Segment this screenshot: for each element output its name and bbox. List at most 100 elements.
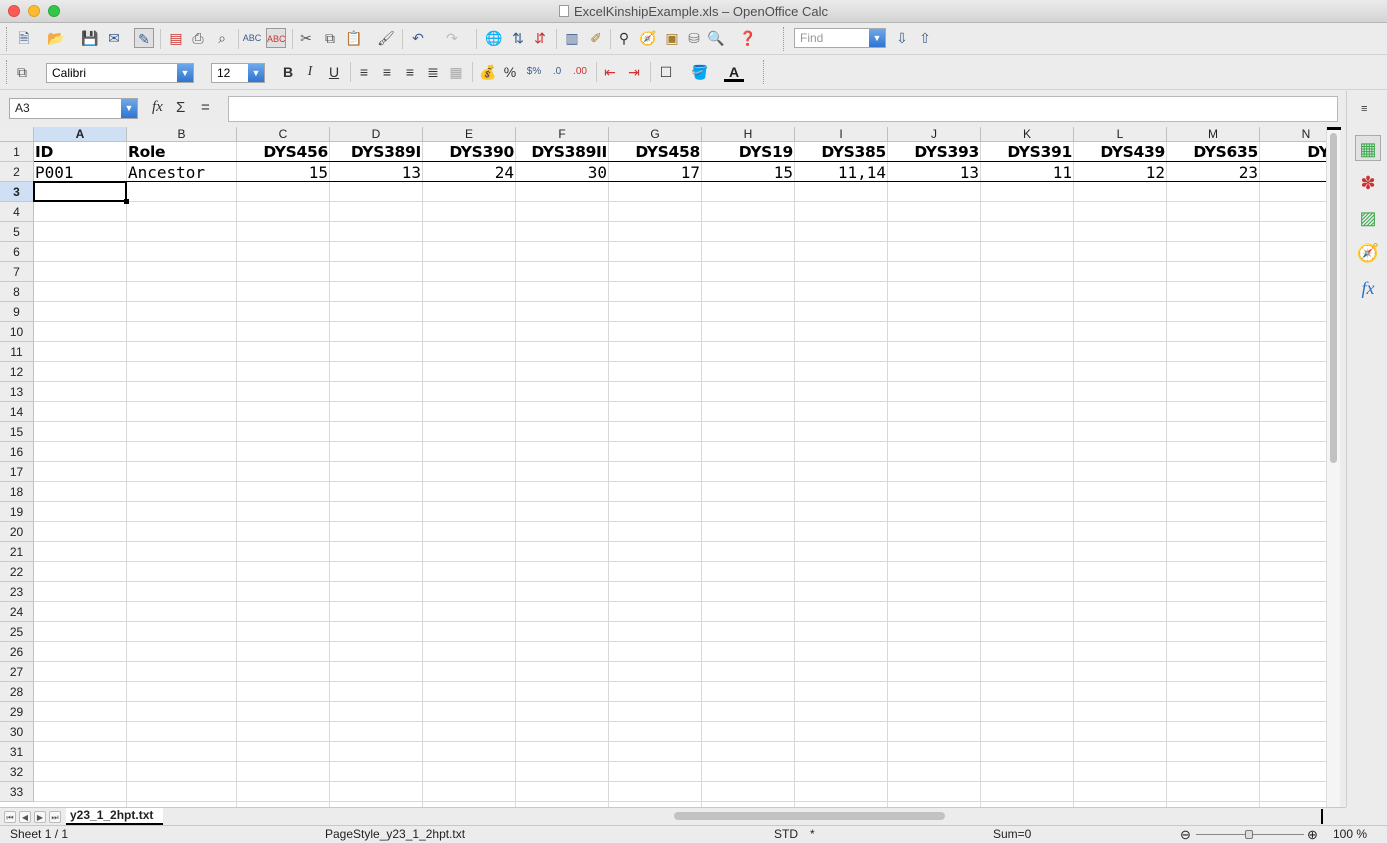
cell-c2[interactable]: 15	[237, 162, 329, 182]
row-header-24[interactable]: 24	[0, 602, 34, 622]
cell-d1[interactable]: DYS389I	[330, 142, 422, 162]
row-header-22[interactable]: 22	[0, 562, 34, 582]
row-header-29[interactable]: 29	[0, 702, 34, 722]
add-decimal-icon[interactable]: .0	[547, 62, 567, 82]
export-pdf-icon[interactable]: ▤	[166, 28, 186, 48]
decrease-indent-icon[interactable]: ⇤	[600, 62, 620, 82]
cell-b1[interactable]: Role	[127, 142, 236, 162]
fill-handle[interactable]	[124, 199, 129, 204]
cell-k2[interactable]: 11	[981, 162, 1073, 182]
cell-b2[interactable]: Ancestor	[127, 162, 236, 182]
zoom-level[interactable]: 100 %	[1333, 826, 1367, 843]
column-header-i[interactable]: I	[795, 127, 888, 142]
column-header-k[interactable]: K	[981, 127, 1074, 142]
increase-indent-icon[interactable]: ⇥	[624, 62, 644, 82]
cell-j1[interactable]: DYS393	[888, 142, 980, 162]
row-header-2[interactable]: 2	[0, 162, 34, 182]
row-header-6[interactable]: 6	[0, 242, 34, 262]
functions-icon[interactable]: fx	[1355, 275, 1381, 301]
borders-icon[interactable]: ☐	[656, 62, 676, 82]
gallery-icon[interactable]: ▣	[662, 28, 682, 48]
row-header-5[interactable]: 5	[0, 222, 34, 242]
undo-icon[interactable]: ↶	[408, 28, 428, 48]
cell-i1[interactable]: DYS385	[795, 142, 887, 162]
background-color-icon[interactable]: 🪣	[690, 62, 710, 82]
row-header-1[interactable]: 1	[0, 142, 34, 162]
zoom-slider-knob[interactable]	[1245, 830, 1253, 839]
sum-button[interactable]: Σ	[176, 99, 185, 116]
column-header-m[interactable]: M	[1167, 127, 1260, 142]
zoom-out-button[interactable]: ⊖	[1180, 826, 1191, 843]
merge-cells-icon[interactable]: ▦	[446, 62, 466, 82]
chevron-down-icon[interactable]: ▼	[121, 99, 137, 118]
page-style[interactable]: PageStyle_y23_1_2hpt.txt	[325, 826, 465, 843]
formula-input[interactable]	[228, 96, 1338, 122]
row-header-3[interactable]: 3	[0, 182, 34, 202]
align-center-icon[interactable]: ≡	[377, 62, 397, 82]
align-right-icon[interactable]: ≡	[400, 62, 420, 82]
cell-m2[interactable]: 23	[1167, 162, 1259, 182]
navigator-icon[interactable]: 🧭	[1355, 240, 1381, 266]
sheet-tab-active[interactable]: y23_1_2hpt.txt	[66, 808, 164, 825]
toolbar-grip[interactable]	[763, 60, 766, 84]
cell-e2[interactable]: 24	[423, 162, 515, 182]
open-icon[interactable]: 📂	[46, 28, 66, 48]
column-header-a[interactable]: A	[34, 127, 127, 142]
italic-button[interactable]: I	[300, 62, 320, 82]
row-header-21[interactable]: 21	[0, 542, 34, 562]
row-header-31[interactable]: 31	[0, 742, 34, 762]
font-color-icon[interactable]: A	[724, 62, 744, 82]
chart-icon[interactable]: ▥	[562, 28, 582, 48]
column-header-n[interactable]: N	[1260, 127, 1326, 142]
row-header-10[interactable]: 10	[0, 322, 34, 342]
print-preview-icon[interactable]: ⌕	[212, 28, 232, 48]
format-paintbrush-icon[interactable]: 🖌	[376, 28, 396, 48]
row-header-32[interactable]: 32	[0, 762, 34, 782]
row-header-15[interactable]: 15	[0, 422, 34, 442]
cell-a1[interactable]: ID	[34, 142, 126, 162]
row-header-25[interactable]: 25	[0, 622, 34, 642]
vertical-scrollbar[interactable]	[1326, 127, 1341, 807]
sort-ascending-icon[interactable]: ⇅	[508, 28, 528, 48]
column-header-h[interactable]: H	[702, 127, 795, 142]
redo-icon[interactable]: ↷	[442, 28, 462, 48]
sidebar-menu-icon[interactable]: ≡	[1361, 103, 1367, 115]
cell-c1[interactable]: DYS456	[237, 142, 329, 162]
cell-h1[interactable]: DYS19	[702, 142, 794, 162]
find-next-icon[interactable]: ⇩	[892, 28, 912, 48]
last-sheet-icon[interactable]: ⏭	[49, 811, 61, 823]
column-header-d[interactable]: D	[330, 127, 423, 142]
copy-icon[interactable]: ⧉	[320, 28, 340, 48]
help-icon[interactable]: ❓	[738, 28, 758, 48]
horizontal-scroll-thumb[interactable]	[674, 812, 945, 820]
scrollbar-split-mark[interactable]	[1321, 809, 1323, 824]
row-header-27[interactable]: 27	[0, 662, 34, 682]
cell-cursor[interactable]	[33, 181, 129, 204]
data-sources-icon[interactable]: ⛁	[684, 28, 704, 48]
previous-sheet-icon[interactable]: ◀	[19, 811, 31, 823]
horizontal-scrollbar[interactable]	[670, 809, 1323, 824]
styles-formatting-icon[interactable]: ✽	[1355, 170, 1381, 196]
cell-l2[interactable]: 12	[1074, 162, 1166, 182]
column-header-j[interactable]: J	[888, 127, 981, 142]
cell-h2[interactable]: 15	[702, 162, 794, 182]
sort-descending-icon[interactable]: ⇵	[530, 28, 550, 48]
new-icon[interactable]: 🗎	[14, 28, 34, 48]
chevron-down-icon[interactable]: ▼	[248, 64, 264, 82]
function-wizard-button[interactable]: fx	[152, 99, 163, 116]
column-header-l[interactable]: L	[1074, 127, 1167, 142]
cell-a2[interactable]: P001	[34, 162, 126, 182]
hyperlink-icon[interactable]: 🌐	[484, 28, 504, 48]
row-header-4[interactable]: 4	[0, 202, 34, 222]
find-previous-icon[interactable]: ⇧	[915, 28, 935, 48]
vertical-scroll-thumb[interactable]	[1330, 133, 1337, 463]
align-left-icon[interactable]: ≡	[354, 62, 374, 82]
column-header-b[interactable]: B	[127, 127, 237, 142]
chevron-down-icon[interactable]: ▼	[869, 29, 885, 47]
email-icon[interactable]: ✉	[104, 28, 124, 48]
spreadsheet-grid[interactable]: A B C D E F G H I J K L M N 1 2 3 4 5 6 7 8 9 10 11 12 13 14 15 16 17 1…	[0, 127, 1326, 807]
row-header-8[interactable]: 8	[0, 282, 34, 302]
gallery-icon[interactable]: ▨	[1355, 205, 1381, 231]
row-header-33[interactable]: 33	[0, 782, 34, 802]
cell-e1[interactable]: DYS390	[423, 142, 515, 162]
